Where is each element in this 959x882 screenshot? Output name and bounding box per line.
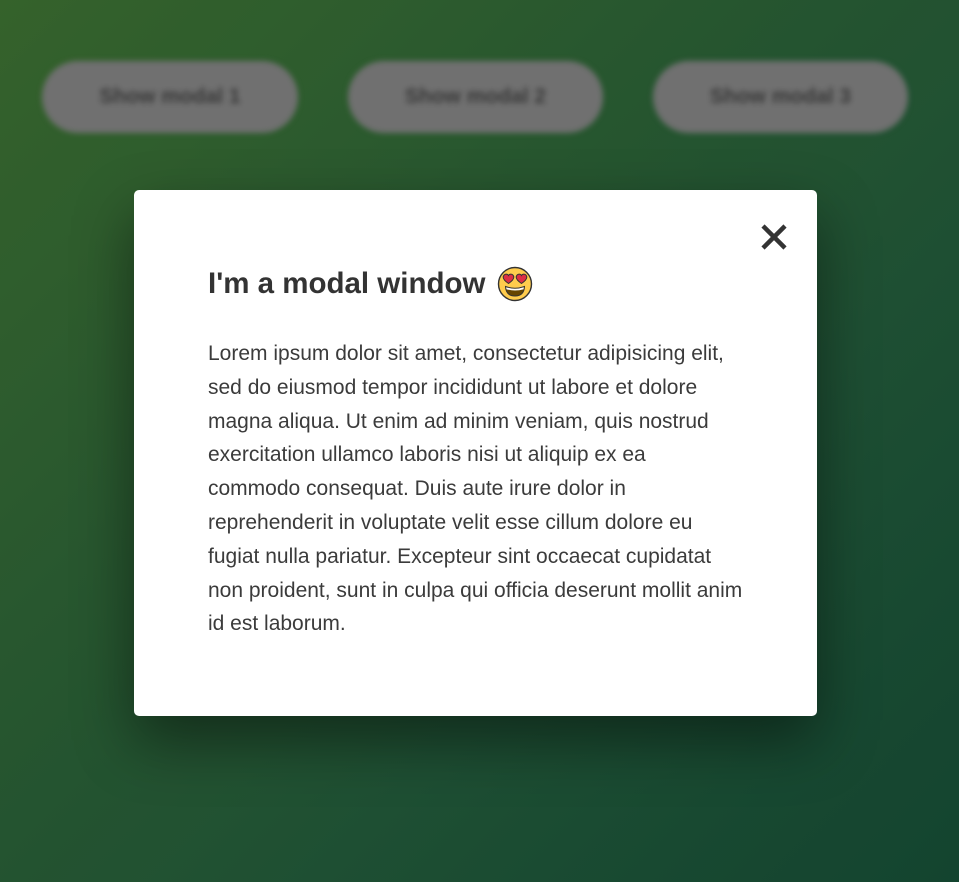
modal-title: I'm a modal window: [208, 266, 533, 302]
close-icon[interactable]: [759, 222, 789, 252]
modal-body-text: Lorem ipsum dolor sit amet, consectetur …: [208, 342, 743, 636]
heart-eyes-emoji-icon: [497, 266, 533, 302]
modal-title-text: I'm a modal window: [208, 267, 486, 300]
modal-window: I'm a modal window Lorem ipsum dolor sit…: [134, 190, 817, 716]
